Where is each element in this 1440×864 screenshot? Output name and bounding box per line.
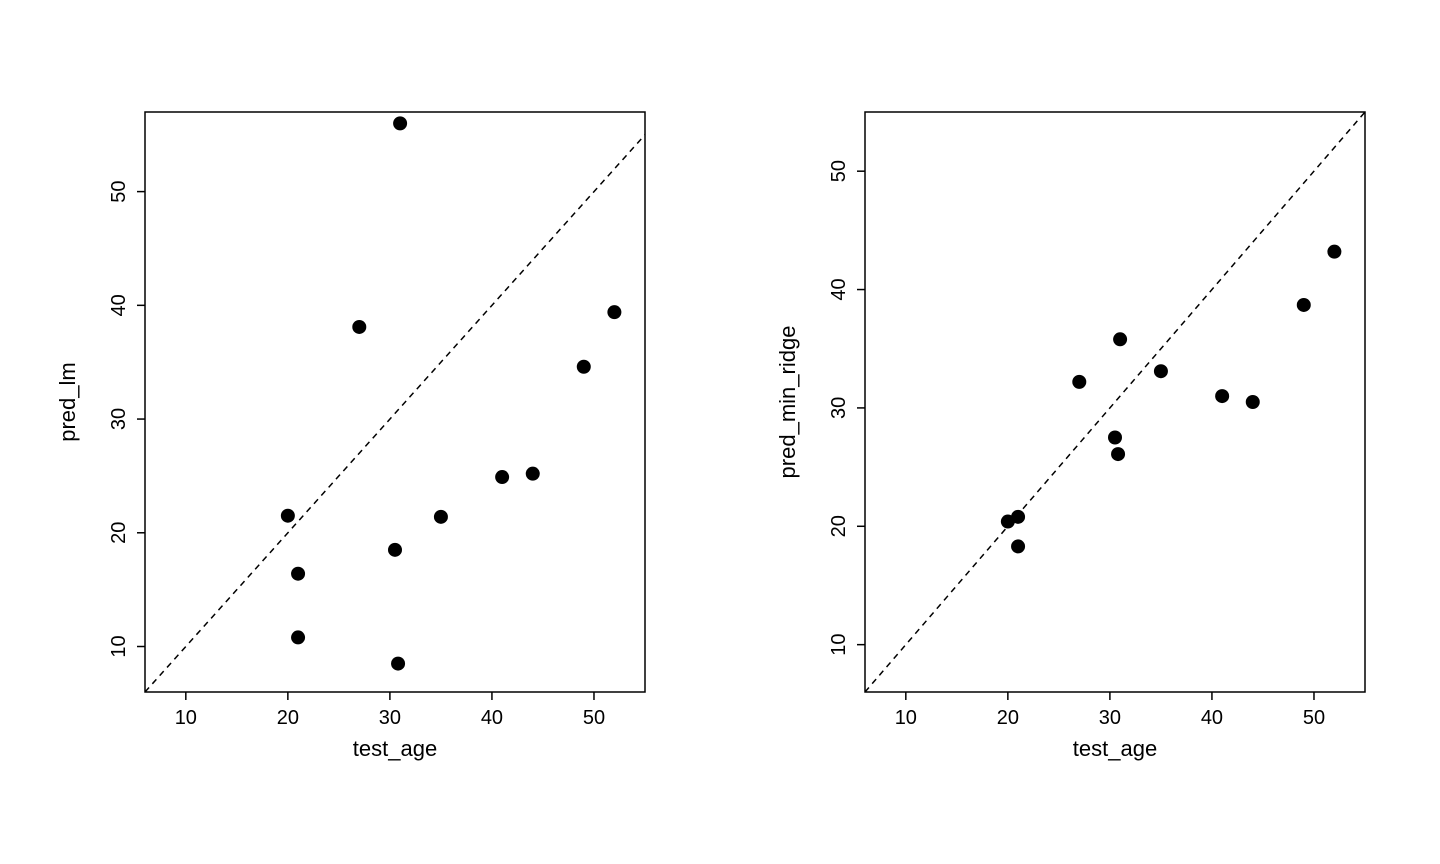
data-point: [495, 470, 509, 484]
y-tick-label: 20: [828, 515, 850, 537]
data-point: [291, 567, 305, 581]
data-point: [1246, 395, 1260, 409]
data-point: [1215, 389, 1229, 403]
y-tick-label: 10: [828, 634, 850, 656]
x-tick-label: 50: [583, 707, 605, 729]
x-tick-label: 50: [1303, 707, 1325, 729]
data-point: [1111, 447, 1125, 461]
y-tick-label: 50: [108, 180, 130, 202]
chart-left: 10 20 30 40 50 10 20 30 40 50 test_age pred_lm: [15, 22, 705, 842]
data-point: [577, 360, 591, 374]
x-tick-label: 20: [277, 707, 299, 729]
y-tick-label: 30: [108, 408, 130, 430]
x-tick-label: 10: [175, 707, 197, 729]
data-point: [393, 116, 407, 130]
chart-right: 10 20 30 40 50 10 20 30 40 50 test_age pred_min_rid…: [735, 22, 1425, 842]
y-axis-label: pred_min_ridge: [775, 326, 800, 479]
y-tick-label: 20: [108, 522, 130, 544]
y-tick-label: 30: [828, 397, 850, 419]
data-point: [388, 543, 402, 557]
scatter-plot-left: 10 20 30 40 50 10 20 30 40 50 test_age pred_lm: [15, 22, 705, 842]
data-point: [1297, 298, 1311, 312]
x-axis-label: test_age: [1073, 736, 1157, 761]
x-tick-label: 10: [895, 707, 917, 729]
data-point: [1072, 375, 1086, 389]
x-tick-label: 40: [481, 707, 503, 729]
data-point: [1154, 364, 1168, 378]
data-point: [526, 467, 540, 481]
x-tick-label: 40: [1201, 707, 1223, 729]
data-point: [391, 657, 405, 671]
scatter-plot-right: 10 20 30 40 50 10 20 30 40 50 test_age pred_min_rid…: [735, 22, 1425, 842]
data-point: [1327, 245, 1341, 259]
y-tick-label: 40: [108, 294, 130, 316]
x-axis-label: test_age: [353, 736, 437, 761]
x-tick-label: 30: [1099, 707, 1121, 729]
y-tick-label: 40: [828, 278, 850, 300]
chart-panel-row: 10 20 30 40 50 10 20 30 40 50 test_age pred_lm 10 20…: [0, 0, 1440, 864]
data-point: [281, 509, 295, 523]
data-point: [1113, 332, 1127, 346]
data-point: [607, 305, 621, 319]
data-point: [352, 320, 366, 334]
x-tick-label: 30: [379, 707, 401, 729]
data-point: [1108, 431, 1122, 445]
data-point: [1011, 539, 1025, 553]
y-tick-label: 10: [108, 635, 130, 657]
y-axis-label: pred_lm: [55, 362, 80, 441]
data-point: [291, 630, 305, 644]
x-tick-label: 20: [997, 707, 1019, 729]
data-point: [434, 510, 448, 524]
y-tick-label: 50: [828, 160, 850, 182]
data-point: [1011, 510, 1025, 524]
